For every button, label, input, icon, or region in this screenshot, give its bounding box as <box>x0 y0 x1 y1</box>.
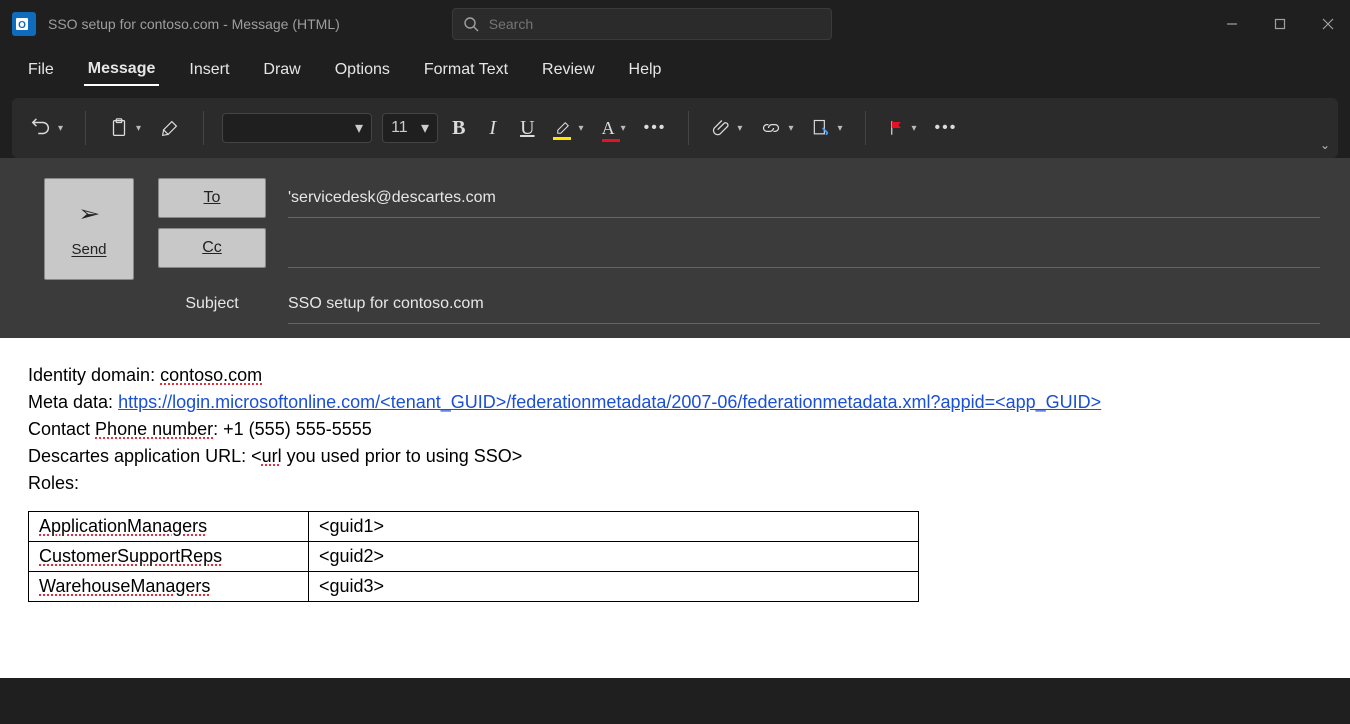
body-appurl-a: Descartes application URL: < <box>28 446 262 466</box>
font-color-letter: A <box>602 118 615 138</box>
ribbon-divider <box>203 111 204 145</box>
body-phone-label-a: Contact <box>28 419 95 439</box>
bold-button[interactable]: B <box>448 113 469 144</box>
menu-message[interactable]: Message <box>84 54 160 86</box>
table-row: ApplicationManagers <guid1> <box>29 512 919 542</box>
svg-text:O: O <box>18 20 26 31</box>
send-button[interactable]: ➢ Send <box>44 178 134 280</box>
ribbon-divider <box>865 111 866 145</box>
send-arrow-icon: ➢ <box>78 201 100 227</box>
chevron-down-icon: ▾ <box>788 123 793 134</box>
menu-options[interactable]: Options <box>331 55 394 85</box>
insert-link-button[interactable]: ▾ <box>756 114 797 142</box>
body-identity-value: contoso.com <box>160 365 262 385</box>
menu-review[interactable]: Review <box>538 55 598 85</box>
subject-field[interactable] <box>288 284 1320 324</box>
ribbon-divider <box>85 111 86 145</box>
search-box[interactable] <box>452 8 832 40</box>
chevron-down-icon: ▾ <box>421 118 429 138</box>
body-appurl-b: url <box>262 446 282 466</box>
role-guid: <guid1> <box>309 512 919 542</box>
to-field[interactable] <box>288 178 1320 218</box>
chevron-down-icon: ▾ <box>621 123 626 134</box>
chevron-down-icon: ▾ <box>355 118 363 138</box>
font-size-select[interactable]: 11 ▾ <box>382 113 438 143</box>
table-row: WarehouseManagers <guid3> <box>29 572 919 602</box>
italic-button[interactable]: I <box>479 113 506 144</box>
menu-help[interactable]: Help <box>625 55 666 85</box>
menu-draw[interactable]: Draw <box>259 55 304 85</box>
title-bar: O SSO setup for contoso.com - Message (H… <box>0 0 1350 48</box>
collapse-ribbon-button[interactable]: ⌄ <box>1320 138 1330 152</box>
body-appurl-c: you used prior to using SSO> <box>282 446 523 466</box>
ribbon-overflow-button[interactable]: ••• <box>931 115 962 141</box>
menu-file[interactable]: File <box>24 55 58 85</box>
chevron-down-icon: ▾ <box>737 123 742 134</box>
font-size-value: 11 <box>391 119 408 137</box>
message-body[interactable]: Identity domain: contoso.com Meta data: … <box>0 338 1350 678</box>
body-meta-link[interactable]: https://login.microsoftonline.com/<tenan… <box>118 392 1101 412</box>
format-painter-button[interactable] <box>155 113 185 143</box>
role-name: ApplicationManagers <box>39 516 207 536</box>
role-guid: <guid3> <box>309 572 919 602</box>
menu-bar: File Message Insert Draw Options Format … <box>0 48 1350 92</box>
outlook-icon: O <box>12 12 36 36</box>
font-family-select[interactable]: ▾ <box>222 113 372 143</box>
chevron-down-icon: ▾ <box>837 123 842 134</box>
role-name: WarehouseManagers <box>39 576 210 596</box>
ribbon: ▾ ▾ ▾ 11 ▾ B I U ▾ A ▾ ••• ▾ <box>12 98 1338 158</box>
highlight-button[interactable]: ▾ <box>549 115 588 141</box>
underline-button[interactable]: U <box>516 113 538 144</box>
body-meta-label: Meta data: <box>28 392 118 412</box>
roles-table: ApplicationManagers <guid1> CustomerSuppo… <box>28 511 919 602</box>
body-phone-value: +1 (555) 555-5555 <box>223 419 372 439</box>
to-button[interactable]: To <box>158 178 266 218</box>
maximize-button[interactable] <box>1270 14 1290 34</box>
undo-button[interactable]: ▾ <box>26 113 67 143</box>
minimize-button[interactable] <box>1222 14 1242 34</box>
search-icon <box>463 16 479 32</box>
highlighter-icon <box>553 119 573 137</box>
role-name: CustomerSupportReps <box>39 546 222 566</box>
body-phone-label-c: : <box>213 419 223 439</box>
chevron-down-icon: ▾ <box>136 123 141 134</box>
close-button[interactable] <box>1318 14 1338 34</box>
cc-field[interactable] <box>288 228 1320 268</box>
search-input[interactable] <box>489 16 821 32</box>
body-identity-label: Identity domain: <box>28 365 160 385</box>
cc-button[interactable]: Cc <box>158 228 266 268</box>
more-formatting-button[interactable]: ••• <box>640 115 671 141</box>
role-guid: <guid2> <box>309 542 919 572</box>
flag-icon <box>888 119 906 137</box>
message-header: ➢ Send To Cc Subject <box>0 158 1350 338</box>
follow-up-flag-button[interactable]: ▾ <box>884 115 921 141</box>
paperclip-icon <box>711 118 731 138</box>
menu-format-text[interactable]: Format Text <box>420 55 512 85</box>
send-label: Send <box>71 241 106 258</box>
paste-button[interactable]: ▾ <box>104 113 145 143</box>
attach-file-button[interactable]: ▾ <box>707 114 746 142</box>
link-icon <box>760 118 782 138</box>
font-color-button[interactable]: A ▾ <box>598 114 630 143</box>
body-phone-label-b: Phone number <box>95 419 213 439</box>
table-row: CustomerSupportReps <guid2> <box>29 542 919 572</box>
chevron-down-icon: ▾ <box>579 123 584 134</box>
ribbon-divider <box>688 111 689 145</box>
signature-icon <box>811 118 831 138</box>
chevron-down-icon: ▾ <box>58 123 63 134</box>
signature-button[interactable]: ▾ <box>807 114 846 142</box>
subject-label: Subject <box>158 295 266 313</box>
menu-insert[interactable]: Insert <box>185 55 233 85</box>
window-title: SSO setup for contoso.com - Message (HTM… <box>48 16 340 32</box>
body-roles-label: Roles: <box>28 470 1322 497</box>
chevron-down-icon: ▾ <box>912 123 917 134</box>
